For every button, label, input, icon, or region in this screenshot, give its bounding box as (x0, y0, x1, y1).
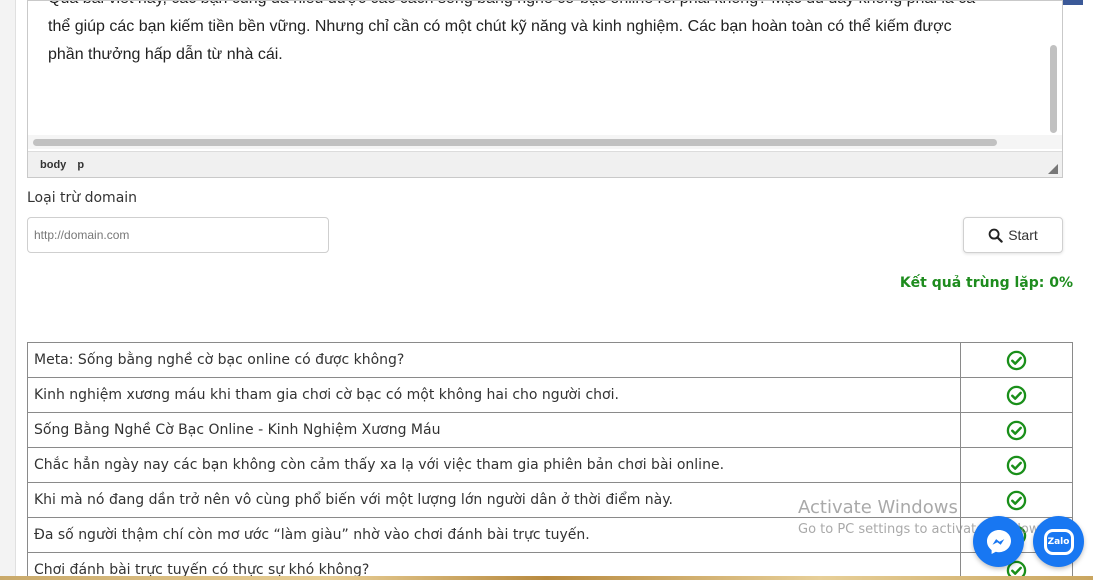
left-sidebar-strip (0, 0, 16, 580)
check-circle-icon (1006, 385, 1027, 405)
editor-line: Qua bài viết này, các bạn cũng đã hiểu đ… (48, 1, 1036, 13)
zalo-button[interactable]: Zalo (1033, 516, 1084, 567)
duplicate-result-value: 0% (1049, 275, 1073, 291)
result-row-text: Đa số người thậm chí còn mơ ước “làm già… (27, 517, 961, 553)
result-row: Meta: Sống bằng nghề cờ bạc online có đư… (27, 342, 1073, 378)
check-circle-icon (1006, 490, 1027, 510)
bottom-decorative-bar (0, 576, 1093, 580)
results-table: Meta: Sống bằng nghề cờ bạc online có đư… (27, 342, 1073, 580)
result-row: Kinh nghiệm xương máu khi tham gia chơi … (27, 377, 1073, 413)
exclude-domain-label: Loại trừ domain (27, 190, 138, 206)
editor-element-path: body p (28, 151, 1062, 177)
result-row-status (960, 447, 1073, 483)
result-row: Đa số người thậm chí còn mơ ước “làm già… (27, 517, 1073, 553)
result-row-status (960, 412, 1073, 448)
result-row: Sống Bằng Nghề Cờ Bạc Online - Kinh Nghi… (27, 412, 1073, 448)
start-button[interactable]: Start (963, 217, 1063, 253)
messenger-icon (986, 529, 1011, 554)
result-row-text: Khi mà nó đang dần trở nên vô cùng phổ b… (27, 482, 961, 518)
result-row-status (960, 377, 1073, 413)
result-row-text: Chắc hẳn ngày nay các bạn không còn cảm … (27, 447, 961, 483)
editor-line: phần thưởng hấp dẫn từ nhà cái. (48, 46, 283, 63)
duplicate-result-label: Kết quả trùng lặp: (899, 275, 1045, 291)
vertical-scrollbar-thumb[interactable] (1050, 45, 1057, 133)
horizontal-scrollbar-thumb[interactable] (33, 139, 997, 146)
horizontal-scrollbar[interactable] (28, 135, 1062, 149)
result-row: Khi mà nó đang dần trở nên vô cùng phổ b… (27, 482, 1073, 518)
path-item-p[interactable]: p (77, 159, 84, 171)
zalo-label: Zalo (1047, 536, 1070, 547)
check-circle-icon (1006, 350, 1027, 370)
check-circle-icon (1006, 455, 1027, 475)
duplicate-result: Kết quả trùng lặp: 0% (900, 275, 1073, 291)
check-circle-icon (1006, 420, 1027, 440)
exclude-domain-input[interactable] (27, 217, 329, 253)
resize-grip-icon[interactable] (1048, 164, 1058, 174)
zalo-icon: Zalo (1043, 528, 1074, 555)
messenger-button[interactable] (973, 516, 1024, 567)
editor-content[interactable]: Qua bài viết này, các bạn cũng đã hiểu đ… (28, 1, 1048, 135)
result-row-text: Meta: Sống bằng nghề cờ bạc online có đư… (27, 342, 961, 378)
result-row-status (960, 342, 1073, 378)
result-row-text: Sống Bằng Nghề Cờ Bạc Online - Kinh Nghi… (27, 412, 961, 448)
search-icon (988, 228, 1003, 243)
path-item-body[interactable]: body (40, 159, 66, 171)
result-row-status (960, 482, 1073, 518)
editor-line: thể giúp các bạn kiếm tiền bền vững. Như… (48, 18, 952, 35)
start-button-label: Start (1008, 227, 1038, 243)
result-row: Chắc hẳn ngày nay các bạn không còn cảm … (27, 447, 1073, 483)
result-row-text: Kinh nghiệm xương máu khi tham gia chơi … (27, 377, 961, 413)
text-editor[interactable]: Qua bài viết này, các bạn cũng đã hiểu đ… (27, 0, 1063, 178)
